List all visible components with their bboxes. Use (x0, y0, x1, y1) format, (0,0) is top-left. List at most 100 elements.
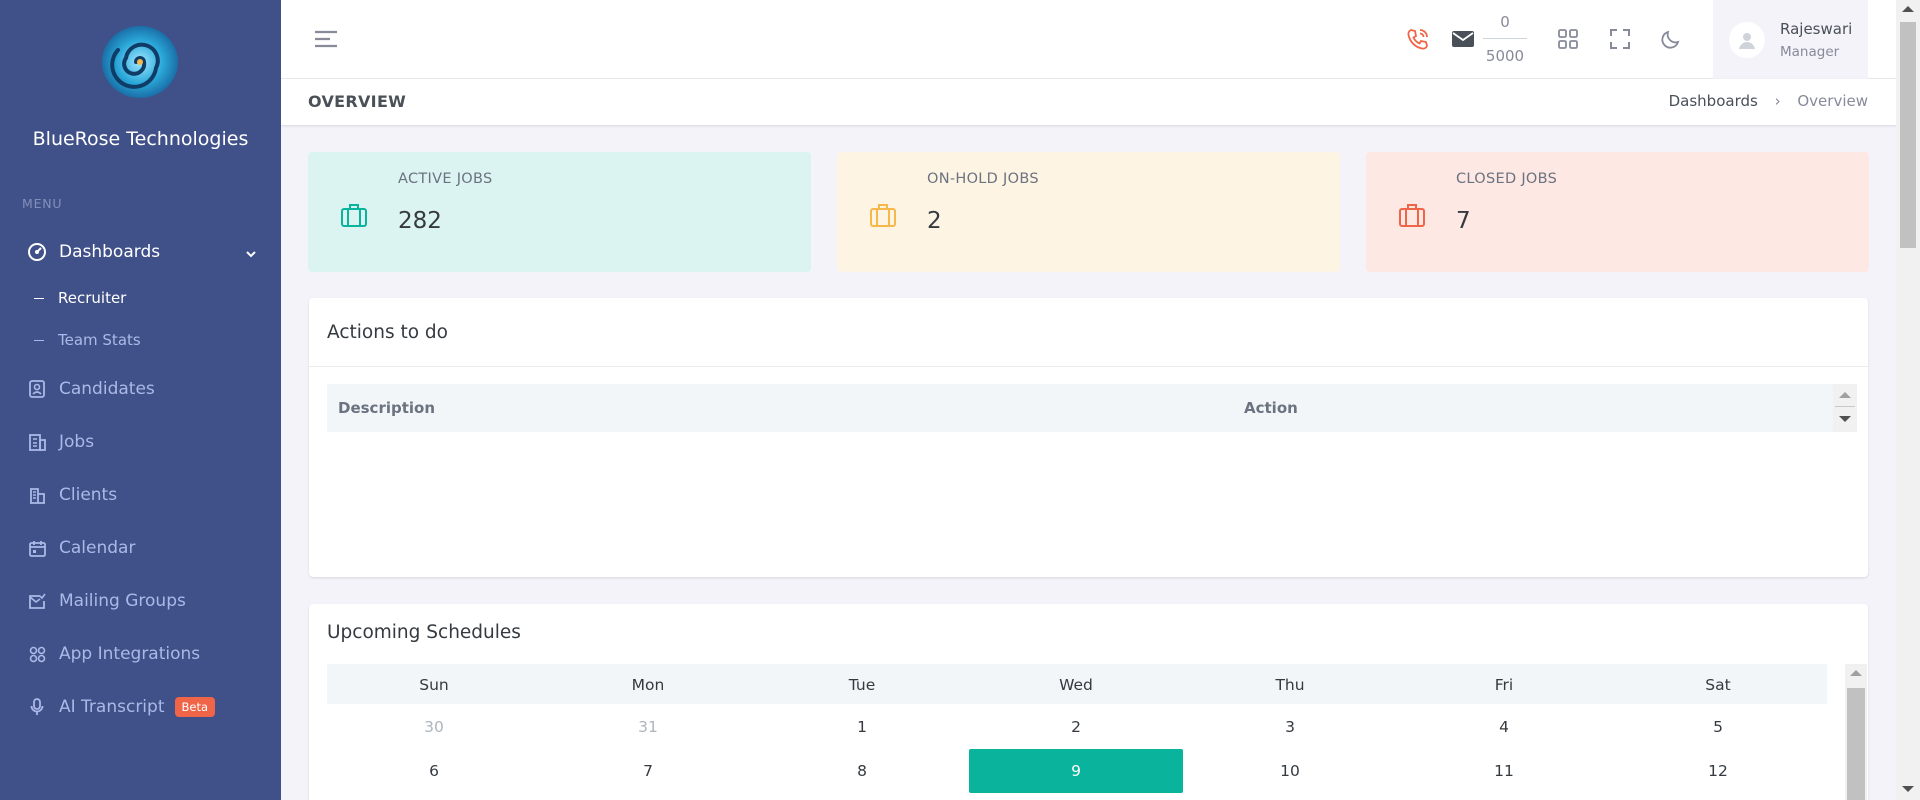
page-title-bar: OVERVIEW Dashboards › Overview (281, 79, 1896, 125)
sidebar-item-label: AI Transcript (59, 697, 165, 717)
dashboard-icon (27, 242, 47, 262)
stat-card-active-jobs[interactable]: ACTIVE JOBS 282 (308, 152, 811, 272)
actions-card: Actions to do Description Action (309, 298, 1868, 577)
weekday-fri: Fri (1494, 676, 1514, 694)
scroll-thumb[interactable] (1847, 688, 1865, 800)
schedules-card: Upcoming Schedules Sun Mon Tue Wed Thu F… (309, 604, 1868, 800)
calendar-day[interactable]: 6 (327, 749, 541, 793)
building-icon (27, 485, 47, 505)
calendar-day[interactable]: 4 (1397, 705, 1611, 749)
scroll-down-arrow-icon[interactable] (1839, 416, 1851, 422)
sidebar-item-jobs[interactable]: Jobs (0, 422, 281, 462)
quota-limit: 5000 (1485, 47, 1525, 65)
sidebar-item-label: App Integrations (59, 644, 201, 664)
actions-card-title: Actions to do (327, 322, 448, 343)
stat-value: 7 (1456, 208, 1471, 234)
quota-divider (1483, 38, 1527, 39)
stat-label: ACTIVE JOBS (398, 171, 493, 187)
weekday-sun: Sun (419, 676, 449, 694)
weekday-tue: Tue (848, 676, 876, 694)
menu-title: MENU (22, 196, 63, 211)
calendar-day[interactable]: 5 (1611, 705, 1825, 749)
sidebar-item-label: Candidates (59, 379, 155, 399)
calendar-day[interactable]: 30 (327, 705, 541, 749)
weekday-sat: Sat (1705, 676, 1731, 694)
sidebar-item-label: Calendar (59, 538, 136, 558)
topbar: 0 5000 Rajeswari Manager (281, 0, 1896, 79)
sidebar-item-mailing-groups[interactable]: Mailing Groups (0, 581, 281, 621)
actions-table-header: Description Action (327, 384, 1833, 432)
sidebar-subitem-team-stats[interactable]: Team Stats (34, 326, 141, 354)
avatar (1729, 21, 1765, 58)
user-role: Manager (1780, 43, 1840, 60)
column-header-action: Action (1244, 399, 1298, 417)
email-quota-counter: 0 5000 (1483, 12, 1527, 65)
chevron-down-icon (245, 245, 257, 265)
calendar-scrollbar[interactable] (1845, 664, 1867, 800)
candidate-icon (27, 379, 47, 399)
stat-card-on-hold-jobs[interactable]: ON-HOLD JOBS 2 (837, 152, 1340, 272)
sidebar-item-dashboards[interactable]: Dashboards (0, 232, 281, 272)
calendar-day[interactable]: 10 (1183, 749, 1397, 793)
scroll-up-arrow-icon[interactable] (1839, 392, 1851, 398)
sidebar-item-app-integrations[interactable]: App Integrations (0, 634, 281, 674)
scroll-divider (1835, 406, 1855, 407)
calendar-day[interactable]: 1 (755, 705, 969, 749)
apps-icon (27, 644, 47, 664)
sidebar-item-label: Mailing Groups (59, 591, 186, 611)
fullscreen-icon[interactable] (1605, 24, 1635, 54)
sidebar-subitem-label: Team Stats (58, 331, 141, 349)
table-scrollbar[interactable] (1833, 384, 1857, 432)
page-title: OVERVIEW (308, 92, 407, 111)
brand-logo[interactable] (98, 22, 182, 100)
breadcrumb-dashboards[interactable]: Dashboards (1669, 92, 1758, 110)
briefcase-icon (1398, 202, 1426, 228)
stat-value: 2 (927, 208, 942, 234)
weekday-wed: Wed (1059, 676, 1093, 694)
sidebar-subitem-recruiter[interactable]: Recruiter (34, 284, 126, 312)
calendar-day-today[interactable]: 9 (969, 749, 1183, 793)
scroll-down-arrow-icon[interactable] (1902, 786, 1914, 792)
user-name: Rajeswari (1780, 19, 1853, 38)
stat-label: CLOSED JOBS (1456, 171, 1558, 187)
beta-badge: Beta (174, 697, 216, 717)
scroll-up-arrow-icon[interactable] (1850, 670, 1862, 676)
apps-grid-icon[interactable] (1553, 24, 1583, 54)
breadcrumb: Dashboards › Overview (1669, 92, 1868, 110)
dark-mode-moon-icon[interactable] (1656, 24, 1686, 54)
sidebar-item-ai-transcript[interactable]: AI Transcript Beta (0, 687, 281, 727)
sidebar-item-candidates[interactable]: Candidates (0, 369, 281, 409)
calendar-weekday-header: Sun Mon Tue Wed Thu Fri Sat (327, 664, 1827, 704)
calendar-day[interactable]: 7 (541, 749, 755, 793)
phone-call-icon[interactable] (1403, 24, 1433, 54)
calendar-day[interactable]: 11 (1397, 749, 1611, 793)
sidebar-item-calendar[interactable]: Calendar (0, 528, 281, 568)
dash-marker (34, 297, 44, 299)
quota-used: 0 (1500, 13, 1510, 31)
dash-marker (34, 339, 44, 341)
sidebar: BlueRose Technologies MENU Dashboards Re… (0, 0, 281, 800)
calendar-day[interactable]: 3 (1183, 705, 1397, 749)
breadcrumb-separator-icon: › (1774, 92, 1781, 110)
stat-card-closed-jobs[interactable]: CLOSED JOBS 7 (1366, 152, 1869, 272)
sidebar-item-label: Clients (59, 485, 118, 505)
card-divider (309, 366, 1868, 367)
calendar-day[interactable]: 31 (541, 705, 755, 749)
user-profile[interactable]: Rajeswari Manager (1713, 0, 1868, 79)
scroll-up-arrow-icon[interactable] (1902, 6, 1914, 12)
column-header-description: Description (338, 399, 436, 417)
calendar-day[interactable]: 12 (1611, 749, 1825, 793)
brand-name: BlueRose Technologies (32, 128, 249, 150)
briefcase-icon (340, 202, 368, 228)
weekday-thu: Thu (1275, 676, 1305, 694)
calendar-icon (27, 538, 47, 558)
mail-icon[interactable] (1448, 24, 1478, 54)
page-scrollbar[interactable] (1896, 0, 1920, 800)
mic-icon (27, 697, 47, 717)
page-scroll-thumb[interactable] (1900, 22, 1916, 248)
sidebar-item-clients[interactable]: Clients (0, 475, 281, 515)
hamburger-menu-icon[interactable] (314, 30, 338, 48)
calendar-day[interactable]: 8 (755, 749, 969, 793)
calendar-day[interactable]: 2 (969, 705, 1183, 749)
stat-value: 282 (398, 208, 442, 234)
